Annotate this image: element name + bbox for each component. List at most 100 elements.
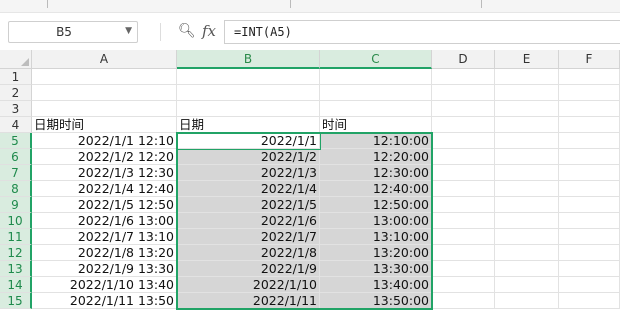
row-header-1[interactable]: 1 xyxy=(0,69,32,85)
cell-f11[interactable] xyxy=(559,229,620,245)
cell-b3[interactable] xyxy=(177,101,320,117)
cell-a1[interactable] xyxy=(32,69,177,85)
cell-e11[interactable] xyxy=(495,229,559,245)
cell-a7[interactable]: 2022/1/3 12:30 xyxy=(32,165,177,181)
cell-a6[interactable]: 2022/1/2 12:20 xyxy=(32,149,177,165)
cell-b4[interactable]: 日期 xyxy=(177,117,320,133)
column-header-e[interactable]: E xyxy=(495,50,559,69)
row-header-14[interactable]: 14 xyxy=(0,277,32,293)
cell-f14[interactable] xyxy=(559,277,620,293)
cell-e13[interactable] xyxy=(495,261,559,277)
cell-d12[interactable] xyxy=(432,245,495,261)
cell-e6[interactable] xyxy=(495,149,559,165)
row-header-3[interactable]: 3 xyxy=(0,101,32,117)
formula-input[interactable]: =INT(A5) xyxy=(224,20,620,44)
cell-d13[interactable] xyxy=(432,261,495,277)
cell-e12[interactable] xyxy=(495,245,559,261)
cell-e1[interactable] xyxy=(495,69,559,85)
cell-f1[interactable] xyxy=(559,69,620,85)
cell-a2[interactable] xyxy=(32,85,177,101)
cell-b9[interactable]: 2022/1/5 xyxy=(177,197,320,213)
cell-a8[interactable]: 2022/1/4 12:40 xyxy=(32,181,177,197)
cell-d6[interactable] xyxy=(432,149,495,165)
cell-c13[interactable]: 13:30:00 xyxy=(320,261,432,277)
cell-d4[interactable] xyxy=(432,117,495,133)
row-header-11[interactable]: 11 xyxy=(0,229,32,245)
cell-d14[interactable] xyxy=(432,277,495,293)
cell-b5[interactable]: 2022/1/1 xyxy=(177,133,320,149)
cell-f9[interactable] xyxy=(559,197,620,213)
cell-d5[interactable] xyxy=(432,133,495,149)
cell-e4[interactable] xyxy=(495,117,559,133)
cell-e3[interactable] xyxy=(495,101,559,117)
row-header-7[interactable]: 7 xyxy=(0,165,32,181)
cell-c11[interactable]: 13:10:00 xyxy=(320,229,432,245)
cell-c8[interactable]: 12:40:00 xyxy=(320,181,432,197)
cell-d1[interactable] xyxy=(432,69,495,85)
cell-f5[interactable] xyxy=(559,133,620,149)
column-header-f[interactable]: F xyxy=(559,50,620,69)
cell-b6[interactable]: 2022/1/2 xyxy=(177,149,320,165)
column-header-b[interactable]: B xyxy=(177,50,320,69)
cell-f15[interactable] xyxy=(559,293,620,309)
magnifier-icon[interactable]: 🔍︎ xyxy=(178,23,196,39)
cell-d8[interactable] xyxy=(432,181,495,197)
cell-c14[interactable]: 13:40:00 xyxy=(320,277,432,293)
cell-c10[interactable]: 13:00:00 xyxy=(320,213,432,229)
name-box[interactable]: B5 ▼ xyxy=(8,21,138,43)
cell-b13[interactable]: 2022/1/9 xyxy=(177,261,320,277)
cell-f12[interactable] xyxy=(559,245,620,261)
row-header-2[interactable]: 2 xyxy=(0,85,32,101)
cell-b7[interactable]: 2022/1/3 xyxy=(177,165,320,181)
fx-icon[interactable]: fx xyxy=(202,22,216,40)
cell-e9[interactable] xyxy=(495,197,559,213)
cell-f7[interactable] xyxy=(559,165,620,181)
cell-c6[interactable]: 12:20:00 xyxy=(320,149,432,165)
cell-f10[interactable] xyxy=(559,213,620,229)
row-header-4[interactable]: 4 xyxy=(0,117,32,133)
cell-f13[interactable] xyxy=(559,261,620,277)
row-header-6[interactable]: 6 xyxy=(0,149,32,165)
cell-a14[interactable]: 2022/1/10 13:40 xyxy=(32,277,177,293)
cell-d10[interactable] xyxy=(432,213,495,229)
chevron-down-icon[interactable]: ▼ xyxy=(125,26,132,36)
cell-e2[interactable] xyxy=(495,85,559,101)
cell-c3[interactable] xyxy=(320,101,432,117)
cell-c4[interactable]: 时间 xyxy=(320,117,432,133)
cell-a13[interactable]: 2022/1/9 13:30 xyxy=(32,261,177,277)
column-header-d[interactable]: D xyxy=(432,50,495,69)
cell-b1[interactable] xyxy=(177,69,320,85)
cell-c2[interactable] xyxy=(320,85,432,101)
cell-e14[interactable] xyxy=(495,277,559,293)
cell-a10[interactable]: 2022/1/6 13:00 xyxy=(32,213,177,229)
cell-a12[interactable]: 2022/1/8 13:20 xyxy=(32,245,177,261)
cell-e10[interactable] xyxy=(495,213,559,229)
cell-c5[interactable]: 12:10:00 xyxy=(320,133,432,149)
cell-d3[interactable] xyxy=(432,101,495,117)
row-header-12[interactable]: 12 xyxy=(0,245,32,261)
cell-f6[interactable] xyxy=(559,149,620,165)
cell-b10[interactable]: 2022/1/6 xyxy=(177,213,320,229)
cell-d9[interactable] xyxy=(432,197,495,213)
row-header-13[interactable]: 13 xyxy=(0,261,32,277)
cell-c1[interactable] xyxy=(320,69,432,85)
cell-b15[interactable]: 2022/1/11 xyxy=(177,293,320,309)
column-header-c[interactable]: C xyxy=(320,50,432,69)
row-header-9[interactable]: 9 xyxy=(0,197,32,213)
row-header-8[interactable]: 8 xyxy=(0,181,32,197)
row-header-5[interactable]: 5 xyxy=(0,133,32,149)
cell-f3[interactable] xyxy=(559,101,620,117)
cell-b11[interactable]: 2022/1/7 xyxy=(177,229,320,245)
cell-e8[interactable] xyxy=(495,181,559,197)
cell-b8[interactable]: 2022/1/4 xyxy=(177,181,320,197)
cell-c12[interactable]: 13:20:00 xyxy=(320,245,432,261)
select-all-corner[interactable] xyxy=(0,50,32,69)
cell-b2[interactable] xyxy=(177,85,320,101)
cell-a9[interactable]: 2022/1/5 12:50 xyxy=(32,197,177,213)
cell-a3[interactable] xyxy=(32,101,177,117)
cell-e15[interactable] xyxy=(495,293,559,309)
cell-b12[interactable]: 2022/1/8 xyxy=(177,245,320,261)
cell-f4[interactable] xyxy=(559,117,620,133)
cell-a15[interactable]: 2022/1/11 13:50 xyxy=(32,293,177,309)
cell-d11[interactable] xyxy=(432,229,495,245)
